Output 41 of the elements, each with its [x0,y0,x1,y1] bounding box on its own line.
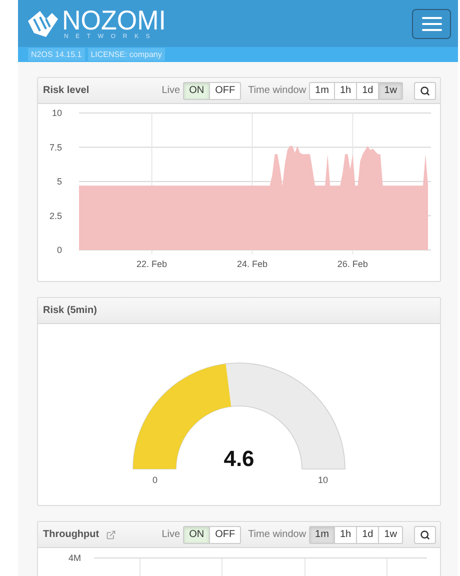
x-axis-label: 26. Feb [337,259,368,269]
brand-name: NOZOMI [62,6,166,34]
y-axis-label: 0 [56,245,62,255]
panel-title: Throughput [43,529,100,540]
time-window-button[interactable]: 1d [356,82,380,100]
logo-icon [26,8,60,38]
y-axis-label: 7.5 [49,142,62,152]
menu-button[interactable] [412,8,451,38]
live-toggle[interactable]: OFF [209,526,242,544]
panel-title: Risk level [43,85,90,96]
search-button[interactable] [414,526,436,544]
version-badge: N2OS 14.15.1 [28,48,85,61]
time-window-button[interactable]: 1m [309,82,335,100]
live-toggle[interactable]: ON [183,82,210,100]
time-window-button[interactable]: 1w [378,82,403,100]
search-button[interactable] [414,82,436,100]
x-axis-label: 24. Feb [236,259,268,269]
gauge-value: 4.6 [224,446,254,471]
time-window-button[interactable]: 1m [309,526,335,544]
time-window-button[interactable]: 1w [378,526,403,544]
search-icon [420,530,430,540]
live-label: Live [162,85,180,96]
gauge-max-label: 10 [318,475,328,485]
time-window-button[interactable]: 1h [334,82,358,100]
y-axis-label: 5 [56,176,62,186]
search-icon [420,86,430,96]
x-axis-label: 22. Feb [136,259,168,269]
version-badge: LICENSE: company [88,48,165,61]
y-axis-label: 4M [68,553,81,563]
y-axis-label: 2.5 [49,210,62,221]
live-label: Live [162,529,180,540]
time-window-label: Time window [248,529,306,540]
y-axis-label: 10 [52,108,62,118]
time-window-button[interactable]: 1d [356,526,380,544]
gauge-min-label: 0 [152,475,158,485]
time-window-button[interactable]: 1h [334,526,358,544]
time-window-label: Time window [248,85,306,96]
live-toggle[interactable]: OFF [209,82,242,100]
live-toggle[interactable]: ON [183,526,210,544]
panel-title: Risk (5min) [43,305,97,316]
external-link-icon[interactable] [106,530,116,540]
